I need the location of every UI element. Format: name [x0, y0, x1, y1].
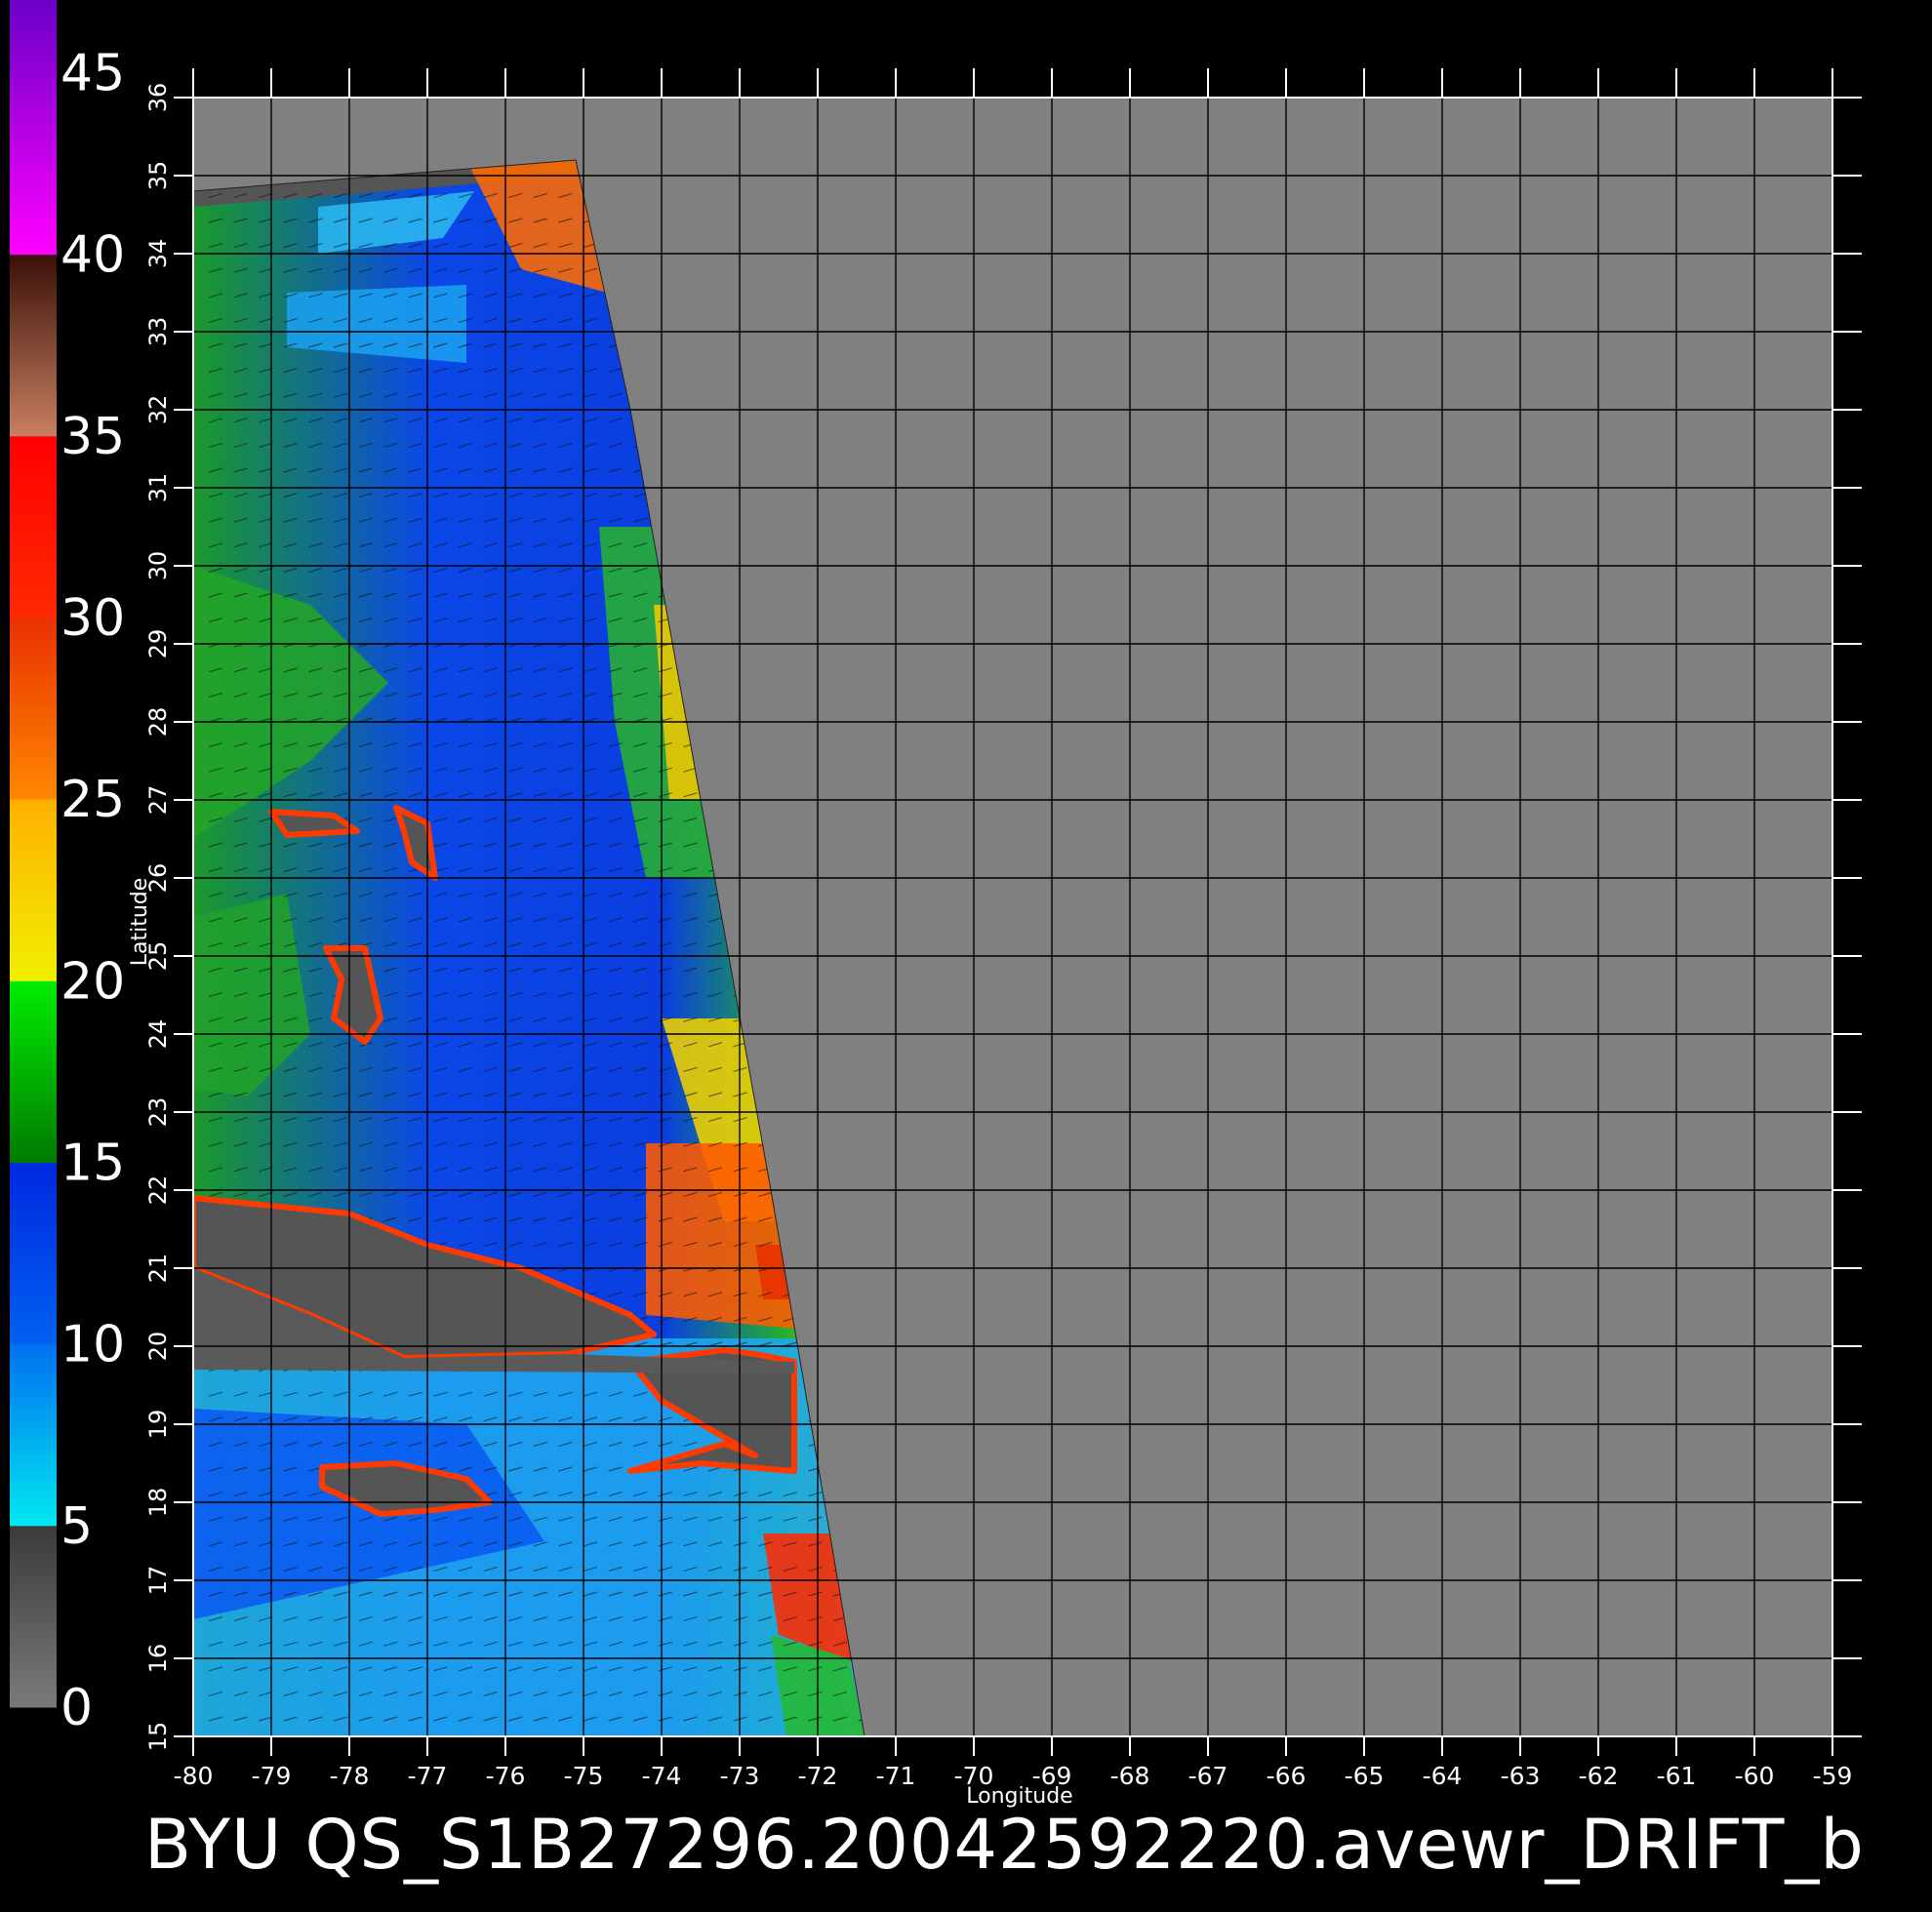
- x-tick-label: -79: [252, 1762, 292, 1790]
- x-tick-label: -63: [1501, 1762, 1541, 1790]
- colorbar-segment: [10, 1162, 57, 1345]
- y-tick-label: 27: [144, 785, 172, 816]
- y-tick-label: 15: [144, 1722, 172, 1752]
- colorbar-segment: [10, 1525, 57, 1708]
- colorbar-segment: [10, 1343, 57, 1527]
- x-tick-label: -71: [876, 1762, 916, 1790]
- colorbar-tick-label: 25: [60, 771, 125, 829]
- x-tick-label: -75: [564, 1762, 604, 1790]
- x-tick-label: -73: [720, 1762, 760, 1790]
- y-tick-label: 16: [144, 1644, 172, 1674]
- y-tick-label: 33: [144, 317, 172, 347]
- x-tick-label: -72: [798, 1762, 838, 1790]
- x-tick-label: -68: [1110, 1762, 1150, 1790]
- x-tick-label: -65: [1345, 1762, 1385, 1790]
- x-tick-label: -67: [1188, 1762, 1228, 1790]
- colorbar-segment: [10, 0, 57, 256]
- colorbar-tick-label: 10: [60, 1316, 125, 1374]
- colorbar-tick-label: 45: [60, 44, 125, 102]
- y-tick-label: 31: [144, 473, 172, 503]
- y-tick-label: 34: [144, 239, 172, 269]
- y-tick-label: 22: [144, 1175, 172, 1206]
- y-axis-label: Latitude: [128, 878, 152, 967]
- colorbar-segment: [10, 980, 57, 1163]
- y-tick-label: 18: [144, 1488, 172, 1518]
- x-tick-label: -60: [1735, 1762, 1775, 1790]
- colorbar-segment: [10, 617, 57, 800]
- y-tick-label: 20: [144, 1332, 172, 1362]
- colorbar: [10, 0, 57, 1708]
- x-tick-label: -78: [330, 1762, 370, 1790]
- colorbar-tick-label: 0: [60, 1679, 93, 1737]
- colorbar-segment: [10, 799, 57, 981]
- x-tick-label: -59: [1813, 1762, 1853, 1790]
- wind-speed-map: 0 5 10 15 20 25 30 35 40 45 -80 -79 -78 -77 -76 -75 -74…: [10, 0, 1865, 1885]
- y-tick-label: 21: [144, 1254, 172, 1284]
- colorbar-tick-label: 5: [60, 1497, 93, 1556]
- colorbar-tick-label: 35: [60, 408, 125, 466]
- x-tick-label: -61: [1657, 1762, 1697, 1790]
- y-tick-label: 35: [144, 161, 172, 191]
- y-tick-label: 28: [144, 707, 172, 737]
- x-tick-label: -77: [408, 1762, 448, 1790]
- colorbar-segment: [10, 435, 57, 618]
- y-tick-label: 24: [144, 1019, 172, 1050]
- colorbar-tick-label: 15: [60, 1134, 125, 1192]
- y-tick-label: 30: [144, 551, 172, 581]
- y-tick-label: 36: [144, 83, 172, 113]
- colorbar-segment: [10, 254, 57, 437]
- colorbar-tick-label: 20: [60, 952, 125, 1011]
- x-tick-label: -80: [174, 1762, 214, 1790]
- y-tick-label: 23: [144, 1097, 172, 1128]
- colorbar-tick-label: 30: [60, 589, 125, 648]
- figure-caption: BYU QS_S1B27296.20042592220.avewr_DRIFT_…: [144, 1805, 1865, 1885]
- y-tick-label: 19: [144, 1410, 172, 1440]
- y-tick-label: 29: [144, 629, 172, 659]
- colorbar-tick-label: 40: [60, 226, 125, 285]
- y-tick-label: 17: [144, 1566, 172, 1596]
- x-tick-label: -76: [486, 1762, 526, 1790]
- x-tick-label: -62: [1579, 1762, 1619, 1790]
- x-tick-label: -64: [1423, 1762, 1463, 1790]
- y-tick-label: 32: [144, 395, 172, 425]
- colorbar-labels: 0 5 10 15 20 25 30 35 40 45: [60, 44, 125, 1737]
- plot-area: [192, 98, 1832, 1737]
- x-tick-label: -66: [1267, 1762, 1307, 1790]
- x-tick-label: -74: [642, 1762, 682, 1790]
